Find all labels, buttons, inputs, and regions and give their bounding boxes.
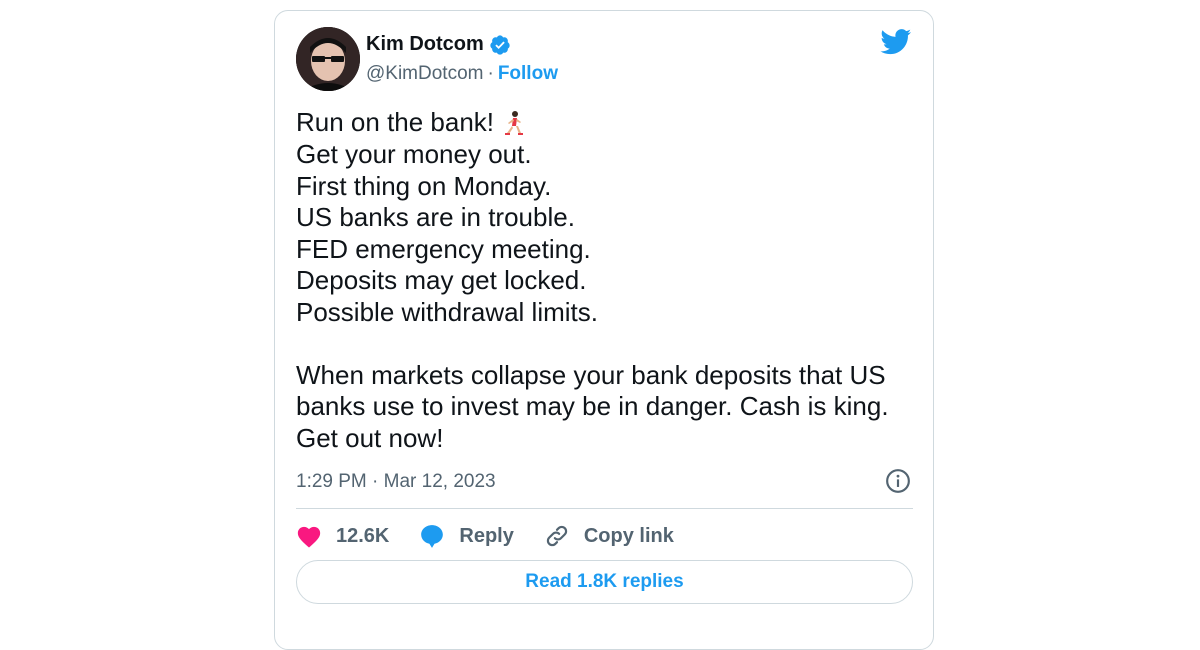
handle-separator: · — [487, 63, 494, 84]
tweet-card: Kim Dotcom @KimDotcom · Follow Run on th… — [274, 10, 934, 650]
tweet-line: Possible withdrawal limits. — [296, 296, 598, 327]
tweet-line: FED emergency meeting. — [296, 233, 591, 264]
info-icon[interactable] — [885, 468, 911, 494]
tweet-line: Get your money out. — [296, 139, 532, 170]
twitter-bird-icon[interactable] — [880, 29, 912, 55]
tweet-line: US banks are in trouble. — [296, 202, 575, 233]
heart-icon — [297, 526, 321, 548]
author-name[interactable]: Kim Dotcom — [366, 33, 484, 56]
running-woman-emoji — [500, 109, 526, 139]
like-count: 12.6K — [336, 524, 390, 547]
tweet-line: Deposits may get locked. — [296, 265, 587, 296]
follow-button[interactable]: Follow — [498, 63, 558, 85]
reply-button[interactable]: Reply — [419, 523, 514, 549]
like-button[interactable]: 12.6K — [296, 524, 389, 548]
copy-link-label: Copy link — [583, 524, 674, 547]
tweet-line: banks use to invest may be in danger. Ca… — [296, 391, 889, 422]
tweet-text: Run on the bank! Get your money out. Fir… — [296, 107, 916, 454]
avatar[interactable] — [296, 27, 360, 91]
reply-label: Reply — [459, 524, 514, 547]
divider — [296, 508, 913, 509]
verified-badge-icon — [489, 34, 511, 56]
read-replies-button[interactable]: Read 1.8K replies — [296, 560, 913, 604]
author-name-row: Kim Dotcom — [366, 33, 511, 56]
author-handle-row: @KimDotcom · Follow — [366, 63, 558, 85]
tweet-line: First thing on Monday. — [296, 170, 552, 201]
tweet-line: When markets collapse your bank deposits… — [296, 359, 886, 390]
tweet-line: Get out now! — [296, 422, 444, 453]
reply-bubble-icon — [421, 525, 444, 548]
tweet-timestamp[interactable]: 1:29 PM · Mar 12, 2023 — [296, 471, 496, 493]
author-handle[interactable]: @KimDotcom — [366, 63, 483, 85]
tweet-actions: 12.6K Reply Copy link — [296, 521, 704, 551]
copy-link-button[interactable]: Copy link — [544, 523, 674, 549]
tweet-line: Run on the bank! — [296, 107, 916, 139]
link-icon — [546, 525, 567, 547]
avatar-image — [296, 27, 360, 91]
